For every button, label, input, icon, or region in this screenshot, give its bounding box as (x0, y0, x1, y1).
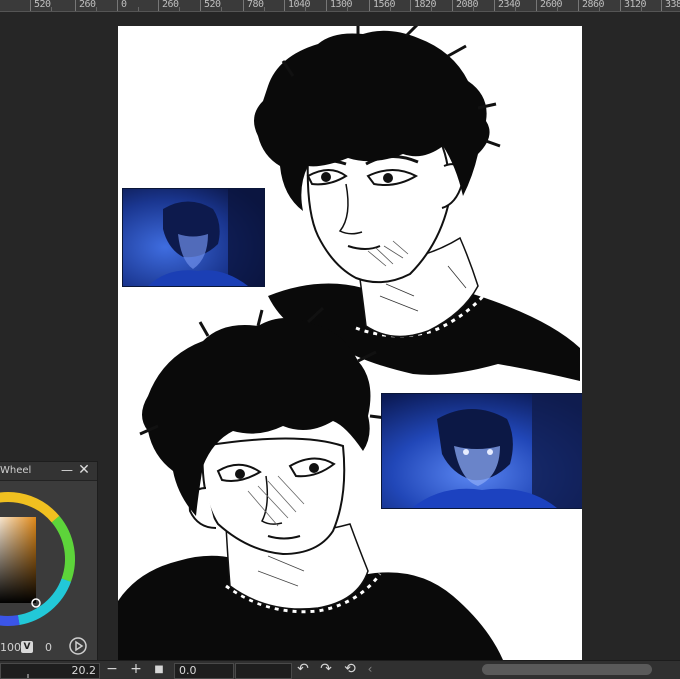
minimize-icon[interactable]: — (61, 463, 73, 477)
value-readout: 100 (0, 641, 21, 654)
rotation-angle-field[interactable]: 0.0 (174, 663, 234, 679)
close-icon[interactable]: ✕ (77, 462, 91, 478)
ruler-label: 2600 (540, 0, 563, 10)
secondary-readout: 0 (45, 641, 52, 654)
rotate-left-icon[interactable]: ↶ (295, 661, 311, 678)
value-mode-badge[interactable]: V (21, 641, 33, 653)
panel-title: Wheel (0, 465, 32, 476)
color-wheel-panel[interactable]: Wheel — ✕ 100 V 0 (0, 461, 98, 662)
color-wheel-ring[interactable] (0, 481, 97, 631)
reference-image-top-art (123, 189, 264, 286)
ruler-label: 780 (247, 0, 264, 10)
ruler-label: 1300 (330, 0, 353, 10)
sketch-artwork (118, 26, 580, 660)
ruler-label: 2340 (498, 0, 521, 10)
ruler-label: 260 (79, 0, 96, 10)
horizontal-scrollbar[interactable] (482, 664, 652, 675)
ruler-label: 520 (204, 0, 221, 10)
fit-to-window-icon[interactable]: ■ (151, 661, 167, 678)
drawing-canvas[interactable] (118, 26, 582, 660)
ruler-label: 520 (34, 0, 51, 10)
zoom-field[interactable]: 20.2 (0, 663, 100, 679)
play-icon[interactable] (68, 636, 88, 656)
status-bar: 20.2 − + ■ 0.0 ↶ ↷ ⟲ ‹ (0, 660, 680, 679)
ruler-label: 2860 (582, 0, 605, 10)
panel-header[interactable]: Wheel — ✕ (0, 462, 97, 481)
rotation-angle-value: 0.0 (179, 664, 197, 677)
ruler-label: 1560 (373, 0, 396, 10)
collapse-arrow-icon[interactable]: ‹ (362, 661, 378, 678)
ruler-label: 1820 (414, 0, 437, 10)
zoom-out-icon[interactable]: − (104, 661, 120, 678)
reference-image-top[interactable] (122, 188, 265, 287)
rotation-slider[interactable] (235, 663, 292, 679)
zoom-value: 20.2 (71, 664, 97, 677)
canvas-workspace[interactable] (0, 12, 680, 660)
ruler-label: 260 (162, 0, 179, 10)
zoom-slider-handle[interactable] (27, 674, 29, 678)
ruler-label: 2080 (456, 0, 479, 10)
ruler-label: 338 (665, 0, 680, 10)
zoom-in-icon[interactable]: + (128, 661, 144, 678)
color-wheel[interactable] (0, 481, 97, 631)
horizontal-ruler: 520 260 0 260 520 780 1040 1300 1560 182… (0, 0, 680, 12)
rotate-right-icon[interactable]: ↷ (318, 661, 334, 678)
reference-image-bottom[interactable] (381, 393, 582, 509)
ruler-label: 3120 (624, 0, 647, 10)
panel-footer: 100 V 0 (0, 634, 97, 660)
reference-image-bottom-art (382, 394, 582, 508)
ruler-label: 0 (121, 0, 127, 10)
reset-rotation-icon[interactable]: ⟲ (342, 661, 358, 678)
ruler-label: 1040 (288, 0, 311, 10)
